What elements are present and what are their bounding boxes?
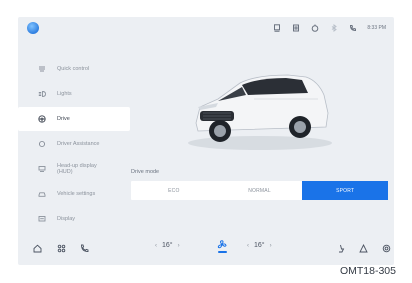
sidebar-item-quick-control[interactable]: Quick control (18, 57, 130, 81)
light-icon (36, 88, 48, 100)
car-icon (36, 188, 48, 200)
temp-decrease-right[interactable]: ‹ (247, 243, 249, 249)
power-icon[interactable] (381, 243, 392, 254)
right-temperature-value: 16° (254, 242, 265, 249)
figure-code: OMT18-305 (339, 265, 396, 277)
left-temperature-control: ‹ 16° › (155, 242, 180, 249)
drive-mode-selector: ECO NORMAL SPORT (131, 181, 389, 200)
sidebar-item-display[interactable]: Display (18, 207, 130, 231)
apps-icon[interactable] (56, 243, 67, 254)
sidebar-item-label: Vehicle settings (57, 190, 96, 197)
steering-icon (36, 63, 48, 75)
timer-icon (310, 23, 319, 32)
temp-increase-right[interactable]: › (270, 243, 272, 249)
display-icon (36, 213, 48, 225)
drive-mode-eco[interactable]: ECO (131, 181, 217, 200)
seat-icon[interactable] (336, 243, 347, 254)
status-bar: 8:33 PM (18, 17, 394, 39)
profile-avatar[interactable] (27, 22, 39, 34)
drive-mode-sport[interactable]: SPORT (302, 181, 389, 200)
sidebar-item-label: Lights (57, 90, 72, 97)
sidebar-item-driver-assistance[interactable]: Driver Assistance (18, 132, 130, 156)
vehicle-image (178, 55, 338, 155)
status-icons: 8:33 PM (272, 23, 386, 32)
sidebar-item-drive[interactable]: Drive (18, 107, 130, 131)
sidebar-item-label: Quick control (57, 65, 90, 72)
fan-control[interactable] (215, 240, 229, 256)
settings-sidebar: Quick control Lights Drive Driver Assist… (18, 57, 130, 232)
sidebar-item-label: Head-up display (HUD) (57, 162, 97, 176)
phone-mirror-icon[interactable] (272, 23, 281, 32)
bottom-dock: ‹ 16° › ‹ 16° › (18, 239, 394, 259)
sidebar-item-label: Display (57, 215, 76, 222)
temp-increase-left[interactable]: › (178, 243, 180, 249)
assist-icon (36, 138, 48, 150)
sidebar-item-label: Driver Assistance (57, 140, 100, 147)
drive-mode-title: Drive mode (131, 169, 160, 175)
drive-mode-normal[interactable]: NORMAL (217, 181, 303, 200)
bluetooth-icon (329, 23, 338, 32)
right-temperature-control: ‹ 16° › (247, 242, 272, 249)
home-icon[interactable] (32, 243, 43, 254)
clock: 8:33 PM (367, 24, 386, 31)
sidebar-item-hud[interactable]: Head-up display (HUD) (18, 157, 130, 181)
sidebar-item-vehicle-settings[interactable]: Vehicle settings (18, 182, 130, 206)
steering-wheel-icon (36, 113, 48, 125)
hud-icon (36, 163, 48, 175)
fan-level-indicator (217, 251, 227, 253)
hazard-icon[interactable] (358, 243, 369, 254)
call-icon (348, 23, 357, 32)
temp-decrease-left[interactable]: ‹ (155, 243, 157, 249)
phone-icon[interactable] (79, 243, 90, 254)
left-temperature-value: 16° (162, 242, 173, 249)
infotainment-screen: 8:33 PM Quick control Lights Drive Drive… (18, 17, 394, 265)
fan-icon (217, 240, 227, 249)
sidebar-item-label: Drive (57, 115, 70, 122)
sim-icon (291, 23, 300, 32)
sidebar-item-lights[interactable]: Lights (18, 82, 130, 106)
